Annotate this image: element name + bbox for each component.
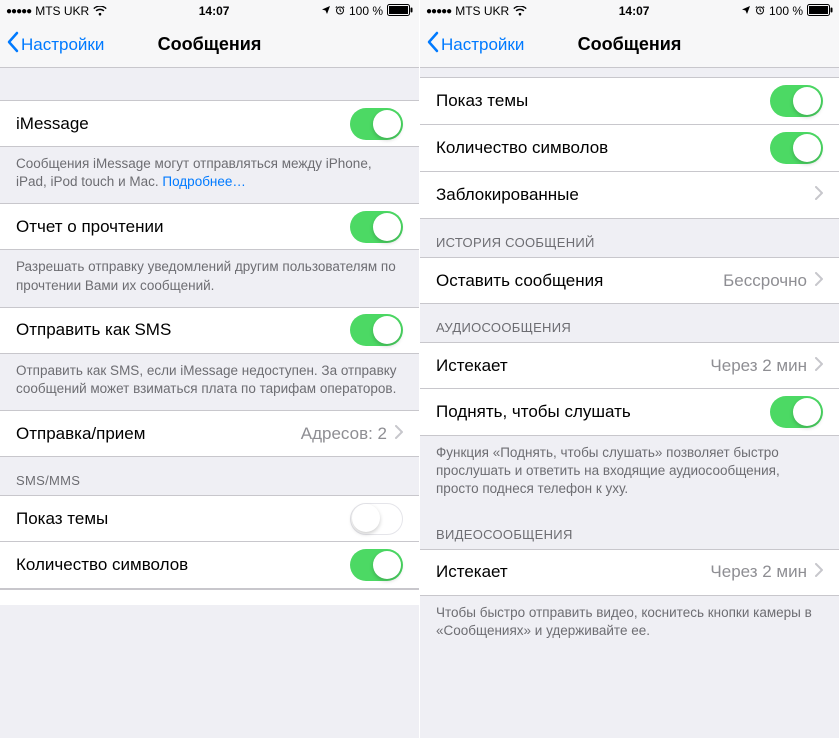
toggle-char-count[interactable]	[770, 132, 823, 164]
row-send-receive[interactable]: Отправка/прием Адресов: 2	[0, 410, 419, 457]
signal-dots-icon: ●●●●●	[426, 6, 451, 17]
chevron-right-icon	[815, 562, 823, 582]
row-show-subject: Показ темы	[420, 78, 839, 125]
chevron-left-icon	[6, 31, 19, 58]
chevron-right-icon	[815, 271, 823, 291]
chevron-left-icon	[426, 31, 439, 58]
settings-content[interactable]: Показ темы Количество символов Заблокиро…	[420, 68, 839, 738]
section-audio: АУДИОСООБЩЕНИЯ	[420, 304, 839, 342]
row-label: Отчет о прочтении	[16, 217, 350, 237]
battery-pct: 100 %	[349, 4, 383, 18]
row-label: Заблокированные	[436, 185, 815, 205]
row-audio-expire[interactable]: Истекает Через 2 мин	[420, 342, 839, 389]
location-icon	[741, 4, 751, 18]
row-show-subject: Показ темы	[0, 495, 419, 542]
phone-right: ●●●●● MTS UKR 14:07 100 % Настройки Сооб…	[420, 0, 840, 738]
toggle-show-subject[interactable]	[770, 85, 823, 117]
status-bar: ●●●●● MTS UKR 14:07 100 %	[420, 0, 839, 22]
row-label: Отправить как SMS	[16, 320, 350, 340]
row-send-sms: Отправить как SMS	[0, 307, 419, 354]
alarm-icon	[335, 4, 345, 18]
link-more[interactable]: Подробнее…	[162, 174, 246, 189]
wifi-icon	[513, 6, 527, 16]
row-label: Поднять, чтобы слушать	[436, 402, 770, 422]
row-label: Истекает	[436, 562, 710, 582]
row-read-receipts: Отчет о прочтении	[0, 203, 419, 250]
row-char-count: Количество символов	[0, 542, 419, 589]
battery-icon	[807, 4, 833, 19]
row-value: Через 2 мин	[710, 562, 807, 582]
nav-bar: Настройки Сообщения	[0, 22, 419, 68]
section-smsmms: SMS/MMS	[0, 457, 419, 495]
phone-left: ●●●●● MTS UKR 14:07 100 % Настройки Сооб…	[0, 0, 420, 738]
toggle-show-subject[interactable]	[350, 503, 403, 535]
footer-video: Чтобы быстро отправить видео, коснитесь …	[420, 596, 839, 652]
toggle-send-sms[interactable]	[350, 314, 403, 346]
battery-pct: 100 %	[769, 4, 803, 18]
wifi-icon	[93, 6, 107, 16]
row-value: Адресов: 2	[301, 424, 387, 444]
row-partial	[0, 589, 419, 605]
battery-icon	[387, 4, 413, 19]
row-imessage: iMessage	[0, 100, 419, 147]
back-button[interactable]: Настройки	[420, 31, 524, 58]
settings-content[interactable]: iMessage Сообщения iMessage могут отправ…	[0, 68, 419, 738]
footer-raise-listen: Функция «Поднять, чтобы слушать» позволя…	[420, 436, 839, 511]
row-label: Количество символов	[16, 555, 350, 575]
nav-title: Сообщения	[578, 34, 682, 55]
toggle-imessage[interactable]	[350, 108, 403, 140]
toggle-raise-listen[interactable]	[770, 396, 823, 428]
chevron-right-icon	[395, 424, 403, 444]
status-time: 14:07	[199, 4, 230, 18]
row-video-expire[interactable]: Истекает Через 2 мин	[420, 549, 839, 596]
footer-read-receipts: Разрешать отправку уведомлений другим по…	[0, 250, 419, 306]
row-blocked[interactable]: Заблокированные	[420, 172, 839, 219]
toggle-read-receipts[interactable]	[350, 211, 403, 243]
row-label: Отправка/прием	[16, 424, 301, 444]
toggle-char-count[interactable]	[350, 549, 403, 581]
row-label: Количество символов	[436, 138, 770, 158]
back-label: Настройки	[21, 35, 104, 55]
footer-imessage: Сообщения iMessage могут отправляться ме…	[0, 147, 419, 203]
row-label: iMessage	[16, 114, 350, 134]
status-time: 14:07	[619, 4, 650, 18]
back-label: Настройки	[441, 35, 524, 55]
row-label: Показ темы	[436, 91, 770, 111]
row-value: Через 2 мин	[710, 356, 807, 376]
row-keep-messages[interactable]: Оставить сообщения Бессрочно	[420, 257, 839, 304]
chevron-right-icon	[815, 185, 823, 205]
nav-title: Сообщения	[158, 34, 262, 55]
row-char-count: Количество символов	[420, 125, 839, 172]
nav-bar: Настройки Сообщения	[420, 22, 839, 68]
carrier-label: MTS UKR	[455, 4, 509, 18]
footer-send-sms: Отправить как SMS, если iMessage недосту…	[0, 354, 419, 410]
row-raise-listen: Поднять, чтобы слушать	[420, 389, 839, 436]
alarm-icon	[755, 4, 765, 18]
signal-dots-icon: ●●●●●	[6, 6, 31, 17]
chevron-right-icon	[815, 356, 823, 376]
row-value: Бессрочно	[723, 271, 807, 291]
status-bar: ●●●●● MTS UKR 14:07 100 %	[0, 0, 419, 22]
back-button[interactable]: Настройки	[0, 31, 104, 58]
section-history: ИСТОРИЯ СООБЩЕНИЙ	[420, 219, 839, 257]
location-icon	[321, 4, 331, 18]
row-label: Истекает	[436, 356, 710, 376]
row-label: Показ темы	[16, 509, 350, 529]
section-video: ВИДЕОСООБЩЕНИЯ	[420, 511, 839, 549]
carrier-label: MTS UKR	[35, 4, 89, 18]
row-label: Оставить сообщения	[436, 271, 723, 291]
